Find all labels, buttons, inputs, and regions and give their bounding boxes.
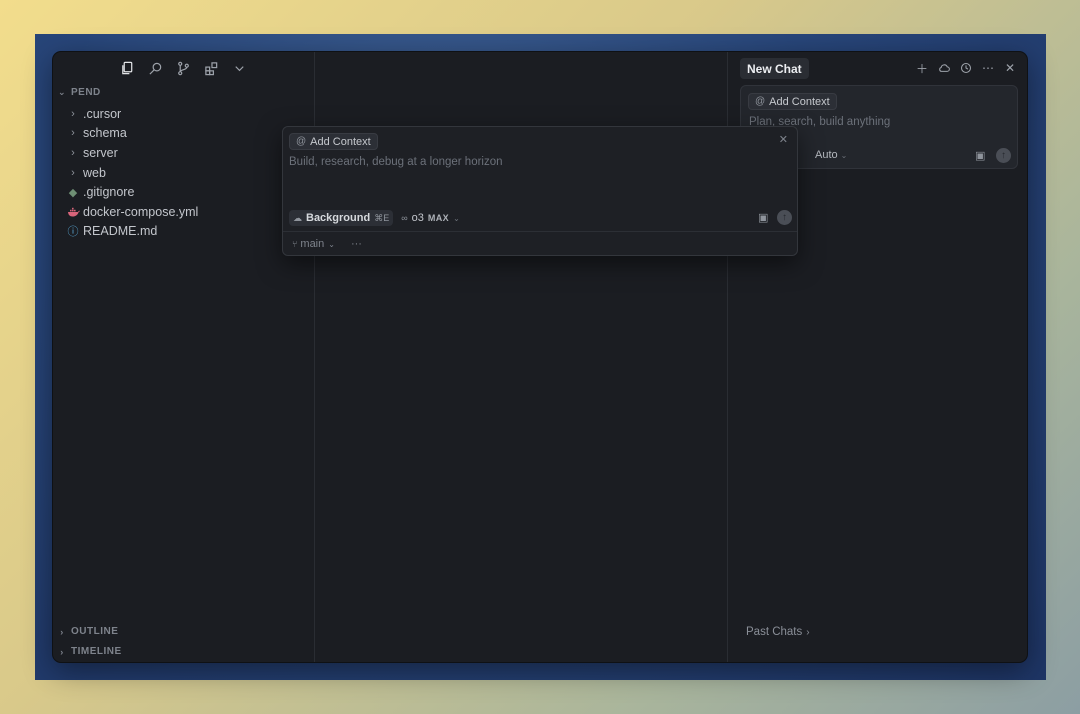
chevron-right-icon: ›	[71, 107, 75, 120]
past-chats-link[interactable]: Past Chats ›	[746, 626, 810, 638]
mode-selector[interactable]: Auto ⌄	[815, 149, 847, 161]
background-agent-popup: @ Add Context ✕ Build, research, debug a…	[282, 126, 798, 256]
chevron-down-icon[interactable]	[225, 58, 253, 78]
tree-item-label: .gitignore	[83, 185, 135, 200]
background-label: Background	[306, 212, 371, 224]
at-icon: @	[755, 96, 766, 107]
background-mode-button[interactable]: ☁ Background ⌘E	[289, 210, 394, 226]
image-icon[interactable]: ▣	[758, 211, 768, 224]
tree-file-gitignore[interactable]: ◆ .gitignore	[65, 182, 198, 202]
file-explorer-sidebar: ⌄ PEND › .cursor › schema › server › web…	[53, 52, 315, 662]
history-icon[interactable]	[957, 59, 975, 77]
chevron-right-icon: ›	[60, 626, 64, 637]
chevron-down-icon: ⌄	[840, 151, 848, 160]
chevron-down-icon: ⌄	[453, 213, 460, 223]
add-context-button[interactable]: @ Add Context	[289, 133, 378, 150]
project-section-header[interactable]: ⌄ PEND	[57, 87, 101, 98]
project-title: PEND	[71, 87, 101, 98]
chevron-down-icon: ⌄	[57, 87, 67, 97]
chevron-right-icon: ›	[71, 146, 75, 159]
tree-item-label: README.md	[83, 224, 158, 239]
agent-input-placeholder[interactable]: Build, research, debug at a longer horiz…	[289, 156, 503, 168]
chevron-right-icon: ›	[806, 627, 810, 638]
explorer-icon[interactable]	[113, 58, 141, 78]
tree-item-label: schema	[83, 126, 127, 141]
chevron-right-icon: ›	[60, 646, 64, 657]
outline-section-header[interactable]: › OUTLINE	[57, 626, 118, 637]
git-icon: ◆	[68, 186, 78, 199]
tree-item-label: .cursor	[83, 106, 122, 121]
cloud-icon: ☁	[293, 212, 302, 223]
mode-label: Auto	[815, 149, 838, 161]
branch-label: main	[300, 238, 325, 250]
model-icon: ∞	[401, 213, 408, 223]
outline-label: OUTLINE	[71, 626, 119, 637]
cloud-icon[interactable]	[935, 59, 953, 77]
chat-actions: ＋ ⋯ ✕	[913, 59, 1019, 77]
sidebar-toolbar	[113, 58, 253, 78]
tree-item-label: web	[83, 165, 106, 180]
model-selector[interactable]: ∞ o3 MAX ⌄	[401, 212, 460, 224]
docker-icon	[65, 207, 81, 217]
timeline-label: TIMELINE	[71, 646, 122, 657]
close-icon[interactable]: ✕	[779, 133, 788, 146]
shortcut-hint: ⌘E	[374, 212, 390, 223]
more-options-button[interactable]: ···	[351, 238, 362, 250]
tab-new-chat[interactable]: New Chat	[740, 58, 809, 79]
past-chats-label: Past Chats	[746, 626, 803, 638]
source-control-icon[interactable]	[169, 58, 197, 78]
tree-folder-schema[interactable]: › schema	[65, 124, 198, 144]
tree-item-label: server	[83, 145, 118, 160]
chevron-right-icon: ›	[71, 127, 75, 140]
model-label: o3	[411, 212, 424, 224]
agent-footer: ⑂ main ⌄ ···	[283, 231, 797, 256]
add-context-button[interactable]: @ Add Context	[748, 93, 837, 110]
plus-icon[interactable]: ＋	[913, 59, 931, 77]
chevron-right-icon: ›	[71, 166, 75, 179]
search-icon[interactable]	[141, 58, 169, 78]
tree-folder-web[interactable]: › web	[65, 163, 198, 183]
more-icon[interactable]: ⋯	[979, 59, 997, 77]
close-icon[interactable]: ✕	[1001, 59, 1019, 77]
timeline-section-header[interactable]: › TIMELINE	[57, 646, 122, 657]
send-button[interactable]: ↑	[996, 148, 1011, 163]
tree-item-label: docker-compose.yml	[83, 204, 199, 219]
tree-file-docker-compose[interactable]: docker-compose.yml	[65, 202, 198, 222]
tree-folder-server[interactable]: › server	[65, 143, 198, 163]
tree-file-readme[interactable]: ⓘ README.md	[65, 222, 198, 242]
branch-selector[interactable]: ⑂ main ⌄	[292, 238, 335, 250]
editor-window: ⌄ PEND › .cursor › schema › server › web…	[53, 52, 1027, 662]
at-icon: @	[296, 136, 307, 147]
image-icon[interactable]: ▣	[975, 149, 985, 162]
tree-folder-cursor[interactable]: › .cursor	[65, 104, 198, 124]
add-context-label: Add Context	[769, 95, 830, 108]
add-context-label: Add Context	[310, 135, 371, 148]
extensions-icon[interactable]	[197, 58, 225, 78]
file-tree: › .cursor › schema › server › web ◆ .git…	[65, 104, 198, 241]
info-icon: ⓘ	[67, 226, 79, 239]
agent-controls: ☁ Background ⌘E ∞ o3 MAX ⌄	[289, 210, 460, 226]
max-badge: MAX	[427, 213, 450, 223]
branch-icon: ⑂	[292, 239, 298, 249]
chevron-down-icon: ⌄	[328, 240, 335, 249]
send-button[interactable]: ↑	[777, 210, 792, 225]
